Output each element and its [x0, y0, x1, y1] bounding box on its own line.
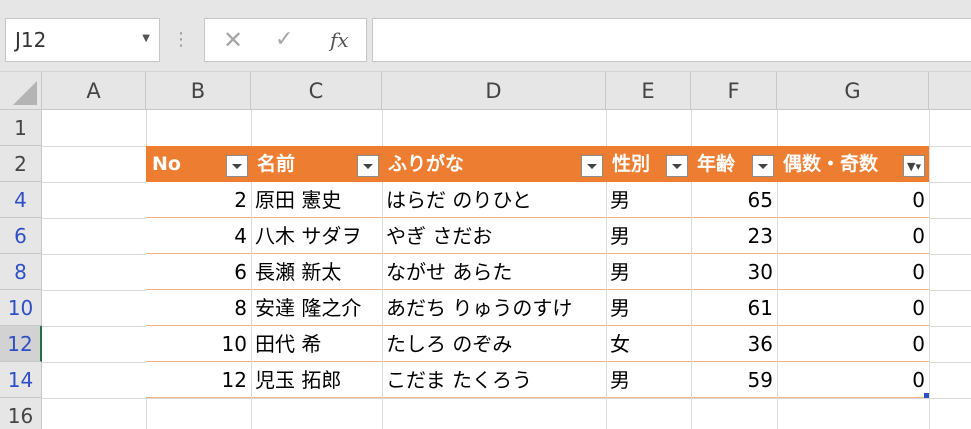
row-header-12[interactable]: 12 — [0, 326, 42, 362]
row-header-2[interactable]: 2 — [0, 146, 42, 182]
row-header-4[interactable]: 4 — [0, 182, 42, 218]
filter-dropdown-icon — [363, 164, 373, 169]
cell-name[interactable]: 安達 隆之介 — [251, 290, 382, 326]
cell-name[interactable]: 長瀬 新太 — [251, 254, 382, 290]
header-cell-kana[interactable]: ふりがな — [382, 146, 606, 182]
cell-kana[interactable]: ながせ あらた — [382, 254, 606, 290]
cell-age[interactable]: 36 — [691, 326, 777, 362]
insert-function-icon[interactable]: fx — [330, 28, 349, 52]
filter-button-name[interactable] — [357, 155, 379, 177]
table-header-row: No 名前 ふりがな 性別 年齢 偶数・奇数 ▼▾ — [146, 146, 929, 182]
cell-kana[interactable]: こだま たくろう — [382, 362, 606, 398]
table-row: 4 八木 サダヲ やぎ さだお 男 23 0 — [146, 218, 929, 254]
cell-kana[interactable]: あだち りゅうのすけ — [382, 290, 606, 326]
cell-parity[interactable]: 0 — [777, 326, 929, 362]
filter-button-no[interactable] — [226, 155, 248, 177]
filter-dropdown-icon — [758, 164, 768, 169]
gridline — [777, 182, 778, 398]
formula-buttons: ✕ ✓ fx — [204, 18, 367, 62]
filter-button-gender[interactable] — [666, 155, 688, 177]
table-row: 10 田代 希 たしろ のぞみ 女 36 0 — [146, 326, 929, 362]
formula-input[interactable] — [372, 18, 971, 62]
cell-gender[interactable]: 男 — [606, 182, 691, 218]
header-label: 偶数・奇数 — [783, 153, 879, 175]
gridline — [251, 182, 252, 398]
cell-parity[interactable]: 0 — [777, 254, 929, 290]
gridline — [42, 398, 971, 399]
header-label: 性別 — [612, 153, 651, 175]
cell-gender[interactable]: 男 — [606, 218, 691, 254]
cell-no[interactable]: 10 — [146, 326, 251, 362]
table-row: 6 長瀬 新太 ながせ あらた 男 30 0 — [146, 254, 929, 290]
table-resize-handle[interactable] — [924, 393, 929, 398]
filter-funnel-icon: ▼▾ — [907, 160, 921, 173]
formula-bar: J12 ▼ ⋮ ✕ ✓ fx — [0, 0, 971, 72]
row-header-16[interactable]: 16 — [0, 398, 42, 429]
filter-dropdown-icon — [672, 164, 682, 169]
cell-parity[interactable]: 0 — [777, 218, 929, 254]
enter-icon[interactable]: ✓ — [275, 27, 293, 52]
header-label: ふりがな — [388, 153, 465, 175]
cell-name[interactable]: 八木 サダヲ — [251, 218, 382, 254]
filter-dropdown-icon — [232, 164, 242, 169]
cell-no[interactable]: 4 — [146, 218, 251, 254]
cell-age[interactable]: 23 — [691, 218, 777, 254]
cell-no[interactable]: 6 — [146, 254, 251, 290]
column-header-a[interactable]: A — [42, 72, 146, 110]
filter-button-parity[interactable]: ▼▾ — [903, 155, 925, 177]
column-header-e[interactable]: E — [606, 72, 691, 110]
cell-name[interactable]: 原田 憲史 — [251, 182, 382, 218]
formula-bar-grip-icon[interactable]: ⋮ — [172, 26, 190, 54]
name-box-dropdown-icon[interactable]: ▼ — [142, 33, 150, 44]
table-row: 12 児玉 拓郎 こだま たくろう 男 59 0 — [146, 362, 929, 398]
gridline — [382, 182, 383, 398]
table-row: 2 原田 憲史 はらだ のりひと 男 65 0 — [146, 182, 929, 218]
cell-no[interactable]: 2 — [146, 182, 251, 218]
filter-dropdown-icon — [587, 164, 597, 169]
header-label: 年齢 — [697, 153, 736, 175]
row-header-6[interactable]: 6 — [0, 218, 42, 254]
row-header-10[interactable]: 10 — [0, 290, 42, 326]
row-header-1[interactable]: 1 — [0, 110, 42, 146]
cell-name[interactable]: 田代 希 — [251, 326, 382, 362]
cell-gender[interactable]: 男 — [606, 254, 691, 290]
cell-kana[interactable]: はらだ のりひと — [382, 182, 606, 218]
cell-gender[interactable]: 男 — [606, 362, 691, 398]
cell-gender[interactable]: 男 — [606, 290, 691, 326]
column-header-c[interactable]: C — [251, 72, 382, 110]
name-box-value: J12 — [15, 28, 47, 52]
cell-age[interactable]: 30 — [691, 254, 777, 290]
cell-age[interactable]: 65 — [691, 182, 777, 218]
column-header-next[interactable] — [929, 72, 971, 110]
table-row: 8 安達 隆之介 あだち りゅうのすけ 男 61 0 — [146, 290, 929, 326]
select-all-icon — [13, 81, 37, 105]
column-header-b[interactable]: B — [146, 72, 251, 110]
column-header-g[interactable]: G — [777, 72, 929, 110]
name-box[interactable]: J12 ▼ — [5, 18, 160, 62]
column-header-f[interactable]: F — [691, 72, 777, 110]
row-header-8[interactable]: 8 — [0, 254, 42, 290]
cell-age[interactable]: 61 — [691, 290, 777, 326]
column-header-d[interactable]: D — [382, 72, 606, 110]
cell-gender[interactable]: 女 — [606, 326, 691, 362]
header-label: 名前 — [257, 153, 296, 175]
gridline — [691, 182, 692, 398]
cell-kana[interactable]: やぎ さだお — [382, 218, 606, 254]
cell-parity[interactable]: 0 — [777, 362, 929, 398]
cell-parity[interactable]: 0 — [777, 290, 929, 326]
gridline — [929, 110, 930, 429]
header-label: No — [152, 153, 181, 175]
gridline — [606, 182, 607, 398]
cell-name[interactable]: 児玉 拓郎 — [251, 362, 382, 398]
row-header-14[interactable]: 14 — [0, 362, 42, 398]
filter-button-kana[interactable] — [581, 155, 603, 177]
cell-parity[interactable]: 0 — [777, 182, 929, 218]
cell-no[interactable]: 12 — [146, 362, 251, 398]
filter-button-age[interactable] — [752, 155, 774, 177]
cell-no[interactable]: 8 — [146, 290, 251, 326]
cell-kana[interactable]: たしろ のぞみ — [382, 326, 606, 362]
cancel-icon[interactable]: ✕ — [223, 26, 243, 54]
select-all-button[interactable] — [0, 72, 42, 110]
cell-age[interactable]: 59 — [691, 362, 777, 398]
